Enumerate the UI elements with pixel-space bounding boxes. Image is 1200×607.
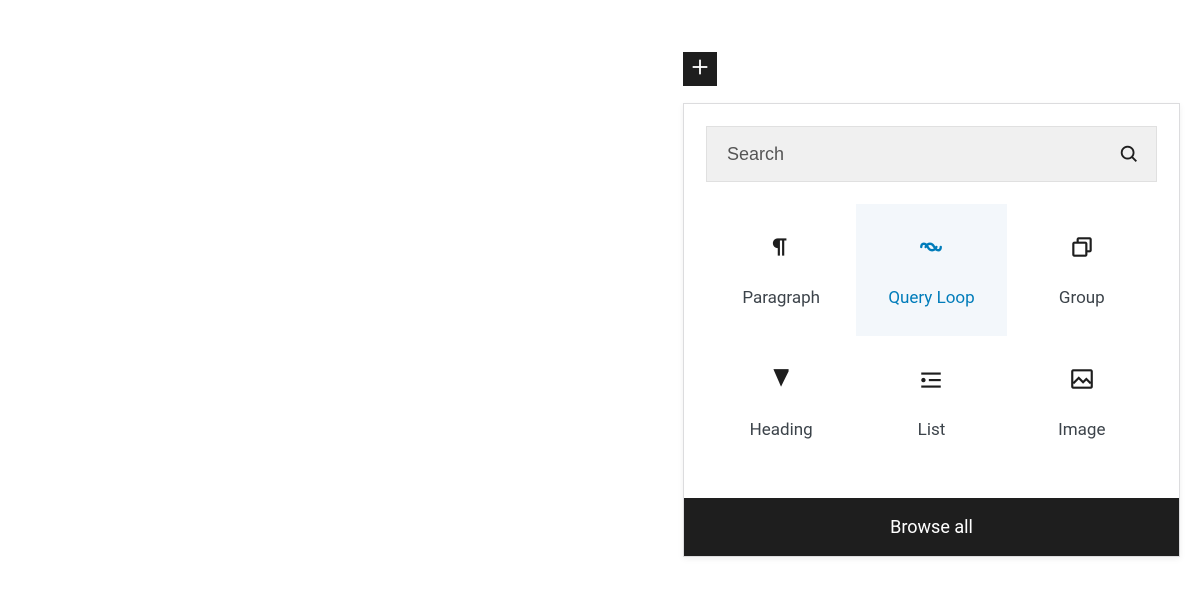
group-icon xyxy=(1067,232,1097,262)
search-container xyxy=(684,104,1179,182)
block-label: List xyxy=(918,420,946,440)
query-loop-icon xyxy=(916,232,946,262)
add-block-button[interactable] xyxy=(683,52,717,86)
block-group[interactable]: Group xyxy=(1007,204,1157,336)
plus-icon xyxy=(689,56,711,82)
search-input[interactable] xyxy=(727,144,1118,165)
browse-all-label: Browse all xyxy=(890,517,973,538)
block-heading[interactable]: Heading xyxy=(706,336,856,468)
image-icon xyxy=(1067,364,1097,394)
block-label: Image xyxy=(1058,420,1105,440)
browse-all-button[interactable]: Browse all xyxy=(684,498,1179,556)
block-inserter-panel: Paragraph Query Loop Group xyxy=(683,103,1180,557)
paragraph-icon xyxy=(766,232,796,262)
block-image[interactable]: Image xyxy=(1007,336,1157,468)
block-query-loop[interactable]: Query Loop xyxy=(856,204,1006,336)
list-icon xyxy=(916,364,946,394)
block-grid: Paragraph Query Loop Group xyxy=(684,182,1179,498)
block-paragraph[interactable]: Paragraph xyxy=(706,204,856,336)
heading-icon xyxy=(766,364,796,394)
block-label: Paragraph xyxy=(742,288,820,308)
search-icon xyxy=(1118,143,1140,165)
block-label: Query Loop xyxy=(888,288,974,308)
search-field[interactable] xyxy=(706,126,1157,182)
block-label: Group xyxy=(1059,288,1105,308)
block-label: Heading xyxy=(750,420,813,440)
block-list[interactable]: List xyxy=(856,336,1006,468)
